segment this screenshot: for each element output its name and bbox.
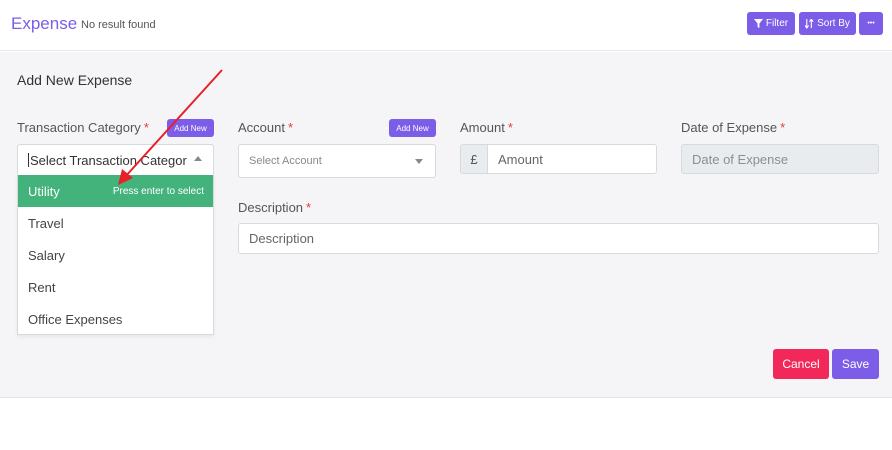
- sort-label: Sort By: [817, 18, 850, 29]
- more-options-button[interactable]: •••: [859, 12, 883, 35]
- caret-up-icon: [194, 156, 202, 161]
- result-count: No result found: [81, 19, 156, 31]
- required-mark: *: [507, 120, 513, 135]
- dropdown-option-office-expenses[interactable]: Office Expenses: [18, 303, 213, 335]
- dropdown-option-rent[interactable]: Rent: [18, 271, 213, 303]
- account-select-placeholder: Select Account: [249, 155, 322, 167]
- required-mark: *: [306, 200, 312, 215]
- section-title: Add New Expense: [17, 72, 133, 88]
- date-label: Date of Expense *: [681, 120, 786, 135]
- filter-icon: [753, 19, 763, 28]
- description-input[interactable]: Description: [238, 223, 879, 254]
- required-mark: *: [143, 120, 149, 135]
- required-mark: *: [780, 120, 786, 135]
- more-icon: •••: [867, 20, 875, 27]
- top-bar: Expense No result found Filter Sort By •…: [0, 0, 892, 51]
- required-mark: *: [287, 120, 294, 135]
- account-select[interactable]: Select Account: [238, 144, 436, 178]
- select-hint: Press enter to select: [112, 185, 204, 197]
- filter-label: Filter: [765, 18, 789, 29]
- sort-icon: [805, 18, 814, 29]
- account-label: Account *: [238, 120, 294, 135]
- page-title: Expense: [11, 14, 78, 33]
- save-button[interactable]: Save: [832, 349, 879, 379]
- amount-input[interactable]: Amount: [487, 144, 657, 174]
- category-select[interactable]: Select Transaction Categor: [17, 144, 214, 175]
- date-input[interactable]: Date of Expense: [681, 144, 879, 174]
- amount-label: Amount *: [460, 120, 513, 135]
- category-select-value: Select Transaction Categor: [30, 152, 187, 168]
- description-label: Description *: [238, 200, 312, 215]
- date-placeholder: Date of Expense: [692, 151, 789, 167]
- sort-button[interactable]: Sort By: [799, 12, 856, 35]
- description-placeholder: Description: [249, 231, 315, 246]
- dropdown-option-utility[interactable]: Utility Press enter to select: [18, 175, 213, 207]
- dropdown-option-salary[interactable]: Salary: [18, 239, 213, 271]
- category-dropdown: Utility Press enter to select Travel Sal…: [17, 175, 214, 335]
- category-label: Transaction Category *: [17, 120, 149, 135]
- text-cursor: [28, 153, 29, 167]
- amount-placeholder: Amount: [498, 151, 543, 167]
- cancel-button[interactable]: Cancel: [773, 349, 829, 379]
- add-category-button[interactable]: Add New: [167, 119, 214, 137]
- filter-button[interactable]: Filter: [747, 12, 795, 35]
- caret-down-icon: [415, 159, 423, 164]
- dropdown-option-travel[interactable]: Travel: [18, 207, 213, 239]
- currency-symbol: £: [460, 144, 488, 174]
- add-account-button[interactable]: Add New: [389, 119, 436, 137]
